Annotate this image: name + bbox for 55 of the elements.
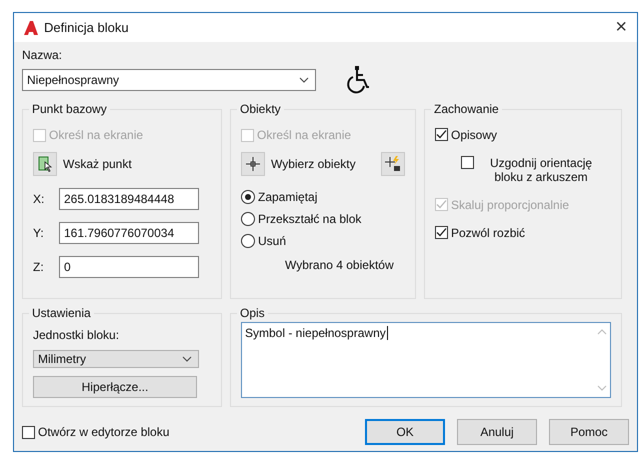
checkbox[interactable] [461, 156, 474, 169]
dialog-button[interactable]: OK [365, 419, 445, 445]
crosshair-icon [246, 157, 260, 171]
radio-label: Przekształć na blok [258, 212, 362, 226]
pick-point-label: Wskaż punkt [63, 157, 132, 171]
checkbox-label: Uzgodnij orientację bloku z arkuszem [488, 156, 594, 184]
coordinate-label: X: [33, 192, 46, 206]
check-icon [436, 199, 447, 210]
checkbox-label: Określ na ekranie [49, 128, 144, 142]
quick-select-button[interactable] [381, 152, 405, 176]
group-title: Zachowanie [431, 102, 502, 116]
hyperlink-button[interactable]: Hiperłącze... [33, 376, 197, 398]
select-objects-label: Wybierz obiekty [271, 157, 357, 171]
coordinate-field[interactable]: 265.0183189484448 [59, 188, 199, 210]
app-logo-icon [24, 20, 38, 34]
group-title: Obiekty [237, 102, 284, 116]
selection-status: Wybrano 4 obiektów [284, 258, 395, 272]
coordinate-field[interactable]: 161.7960776070034 [59, 222, 199, 244]
units-combo[interactable]: Milimetry [33, 350, 199, 368]
coordinate-label: Y: [33, 226, 45, 240]
checkbox-label: Otwórz w edytorze bloku [38, 425, 170, 439]
close-button[interactable]: × [615, 16, 627, 39]
description-field[interactable]: Symbol - niepełnosprawny [241, 322, 611, 398]
chevron-down-icon [299, 77, 309, 83]
dialog-button[interactable]: Anuluj [457, 419, 537, 445]
name-combo[interactable]: Niepełnosprawny [22, 69, 316, 91]
group-title: Ustawienia [29, 306, 94, 320]
radio-label: Zapamiętaj [258, 190, 318, 204]
check-icon [436, 227, 447, 238]
radio-label: Usuń [258, 234, 286, 248]
name-label: Nazwa: [22, 48, 64, 62]
radio-button[interactable] [241, 212, 255, 226]
checkbox-label: Określ na ekranie [257, 128, 352, 142]
group-title: Punkt bazowy [29, 102, 110, 116]
window-title: Definicja bloku [44, 20, 130, 35]
radio-button[interactable] [241, 190, 255, 204]
checkbox-label: Skaluj proporcjonalnie [451, 198, 570, 212]
checkbox[interactable] [22, 426, 35, 438]
wheelchair-icon [344, 65, 370, 95]
pick-point-icon [37, 156, 53, 172]
checkbox[interactable] [435, 128, 448, 141]
check-icon [436, 129, 447, 140]
checkbox-label: Opisowy [451, 128, 498, 142]
coordinate-field[interactable]: 0 [59, 256, 199, 278]
pick-point-button[interactable] [33, 152, 57, 176]
select-objects-button[interactable] [241, 152, 265, 176]
units-label: Jednostki bloku: [33, 328, 120, 342]
coordinate-label: Z: [33, 260, 45, 274]
quick-select-icon [385, 156, 401, 172]
chevron-down-icon [182, 356, 192, 362]
radio-button[interactable] [241, 234, 255, 248]
dialog-button[interactable]: Pomoc [549, 419, 629, 445]
checkbox-label: Pozwól rozbić [451, 226, 526, 240]
checkbox[interactable] [435, 226, 448, 239]
group-title: Opis [237, 306, 268, 320]
